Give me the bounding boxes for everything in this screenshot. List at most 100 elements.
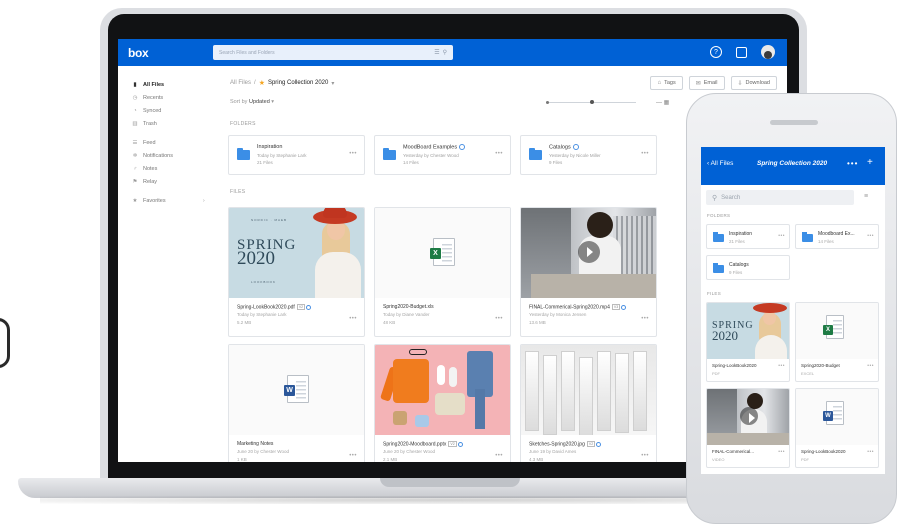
email-button[interactable]: ✉ Email [688, 76, 725, 90]
more-options-icon[interactable]: ••• [867, 233, 874, 239]
sidebar-item-relay[interactable]: ⚑ Relay [118, 175, 216, 188]
file-kind: EXCEL [801, 371, 815, 376]
sidebar-item-all-files[interactable]: ▮ All Files [118, 78, 216, 91]
folder-name: Inspiration [729, 231, 753, 237]
sidebar-item-notifications[interactable]: ✲ Notifications [118, 149, 216, 162]
moodboard-thumbnail [375, 345, 510, 435]
lookbook-kicker: NORDIC · MAEB [251, 218, 288, 222]
apps-icon[interactable] [736, 46, 747, 58]
more-options-icon[interactable]: ••• [867, 363, 874, 369]
file-card[interactable]: Sketches-Spring2020.jpg V2 June 19 by Dav… [520, 344, 657, 462]
phone-speaker [770, 120, 818, 125]
collab-badge-icon [621, 304, 627, 310]
folder-card[interactable]: MoodBoard Examples Yesterday by Chester … [374, 135, 511, 175]
download-button[interactable]: ⇩ Download [730, 76, 777, 90]
excel-file-icon: X [823, 315, 844, 339]
mobile-file-card[interactable]: X Spring2020-Budget EXCEL ••• [795, 302, 879, 382]
app-header: box Search Files and Folders ☰ ⚲ ? [118, 39, 787, 66]
sort-control[interactable]: Sort by Updated ▾ [230, 99, 274, 105]
mobile-folder-card[interactable]: Inspiration 21 Files ••• [706, 224, 790, 249]
folder-updated: Yesterday by Chester Wood [403, 153, 459, 158]
word-thumbnail: W [796, 389, 878, 445]
toolbar-actions: ⌂ Tags ✉ Email ⇩ Download [650, 76, 777, 90]
breadcrumb: All Files / ★ Spring Collection 2020 ▾ [230, 79, 334, 87]
more-options-icon[interactable]: ••• [778, 449, 785, 455]
help-icon[interactable]: ? [710, 46, 722, 58]
folder-name: Inspiration [257, 144, 283, 150]
header-icons: ? [710, 45, 775, 59]
avatar[interactable] [761, 45, 775, 59]
more-options-icon[interactable]: ••• [778, 233, 785, 239]
more-options-icon[interactable]: ••• [495, 316, 503, 322]
play-icon[interactable] [578, 241, 600, 263]
sort-icon[interactable]: ≡ [864, 193, 868, 200]
folder-name: Catalogs [729, 262, 749, 268]
mobile-search-input[interactable]: ⚲ Search [706, 190, 854, 205]
folder-count: 21 Files [257, 160, 273, 165]
sidebar-item-synced[interactable]: ◔ Synced [118, 104, 216, 117]
mobile-file-card[interactable]: W Spring-LookBook2020 PDF ••• [795, 388, 879, 468]
sidebar-item-feed[interactable]: ☰ Feed [118, 136, 216, 149]
breadcrumb-root[interactable]: All Files [230, 80, 251, 86]
search-input[interactable]: Search Files and Folders ☰ ⚲ [213, 45, 453, 60]
file-card[interactable]: NORDIC · MAEB SPRING 2020 LOOKBOOK Spring… [228, 207, 365, 337]
sidebar-item-notes[interactable]: ♂ Notes [118, 162, 216, 175]
mobile-file-card[interactable]: FINAL-Commerical... VIDEO ••• [706, 388, 790, 468]
mobile-folder-card[interactable]: Catalogs 9 Files [706, 255, 790, 280]
sort-value: Updated [248, 99, 270, 105]
phone-screen: ‹ All Files Spring Collection 2020 ••• +… [701, 147, 885, 474]
back-button[interactable]: ‹ All Files [707, 160, 733, 167]
mobile-folder-card[interactable]: Moodboard Ex... 14 Files ••• [795, 224, 879, 249]
search-icon[interactable]: ⚲ [443, 49, 447, 56]
partial-glyph [0, 318, 10, 368]
chevron-right-icon[interactable]: › [203, 198, 205, 204]
more-options-icon[interactable]: ••• [641, 453, 649, 459]
play-icon[interactable] [740, 407, 758, 425]
more-options-icon[interactable]: ••• [641, 316, 649, 322]
more-options-icon[interactable]: ••• [349, 151, 357, 157]
folder-name: Moodboard Ex... [818, 231, 855, 237]
file-card[interactable]: X Spring2020-Budget.xls Today by Diane V… [374, 207, 511, 337]
more-options-icon[interactable]: ••• [349, 453, 357, 459]
grid-view-icon[interactable]: — ▦ [656, 99, 669, 106]
file-card[interactable]: FINAL-Commerical-Spring2020.mp4 V3 Yester… [520, 207, 657, 337]
folder-card[interactable]: Inspiration Today by Stephanie Lark 21 F… [228, 135, 365, 175]
video-thumbnail [707, 389, 789, 445]
favorite-star-icon[interactable]: ★ [259, 79, 265, 87]
more-options-icon[interactable]: ••• [847, 159, 858, 168]
sidebar-item-recents[interactable]: ◷ Recents [118, 91, 216, 104]
more-options-icon[interactable]: ••• [349, 316, 357, 322]
more-options-icon[interactable]: ••• [867, 449, 874, 455]
file-name: FINAL-Commerical-Spring2020.mp4 V3 [529, 304, 627, 310]
lookbook-footer: LOOKBOOK [251, 280, 277, 284]
file-size: 48 KB [383, 320, 396, 325]
mobile-file-card[interactable]: SPRING 2020 Spring-LookBook2020 PDF ••• [706, 302, 790, 382]
more-options-icon[interactable]: ••• [778, 363, 785, 369]
box-logo[interactable]: box [128, 46, 213, 60]
more-options-icon[interactable]: ••• [495, 151, 503, 157]
file-size: 1 KB [237, 457, 247, 462]
more-options-icon[interactable]: ••• [641, 151, 649, 157]
tags-button[interactable]: ⌂ Tags [650, 76, 683, 90]
file-size: 4.3 MB [529, 457, 544, 462]
excel-thumbnail: X [375, 208, 510, 298]
collab-badge-icon [572, 144, 579, 150]
folder-card[interactable]: Catalogs Yesterday by Nicole Miller 9 Fi… [520, 135, 657, 175]
file-card[interactable]: W Marketing Notes June 20 by Chester Woo… [228, 344, 365, 462]
folder-icon [237, 148, 250, 160]
sidebar-item-favorites[interactable]: ★ Favorites › [118, 194, 216, 207]
chevron-down-icon[interactable]: ▾ [331, 80, 334, 87]
sidebar-item-trash[interactable]: ▥ Trash [118, 117, 216, 130]
file-card[interactable]: Spring2020-Moodboard.pptx V2 June 20 by C… [374, 344, 511, 462]
folder-name: Catalogs [549, 144, 579, 150]
file-updated: Yesterday by Monica Jensen [529, 312, 587, 317]
zoom-slider[interactable] [546, 100, 636, 104]
add-icon[interactable]: + [867, 157, 873, 168]
folder-icon [713, 263, 724, 273]
sync-icon: ◔ [133, 107, 137, 114]
collab-badge-icon [459, 144, 466, 150]
more-options-icon[interactable]: ••• [495, 453, 503, 459]
breadcrumb-current[interactable]: Spring Collection 2020 [268, 80, 328, 86]
filter-icon[interactable]: ☰ [434, 49, 439, 56]
relay-icon: ⚑ [132, 178, 138, 185]
